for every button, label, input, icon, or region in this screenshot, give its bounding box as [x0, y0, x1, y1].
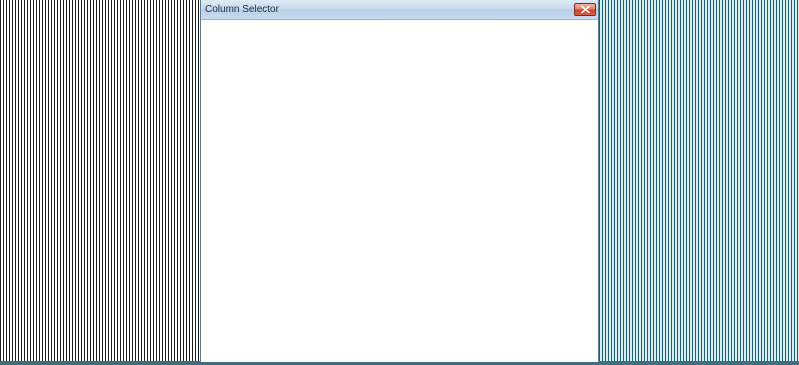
column-selector-dialog: Column Selector — [200, 0, 599, 362]
dialog-content-area — [201, 20, 598, 362]
background-column-lines-left — [0, 0, 200, 362]
dialog-title: Column Selector — [205, 4, 279, 15]
screen: Column Selector — [0, 0, 799, 365]
background-column-lines-right — [599, 0, 799, 362]
close-icon — [580, 6, 590, 13]
close-button[interactable] — [574, 3, 596, 16]
dialog-titlebar[interactable]: Column Selector — [201, 0, 598, 20]
